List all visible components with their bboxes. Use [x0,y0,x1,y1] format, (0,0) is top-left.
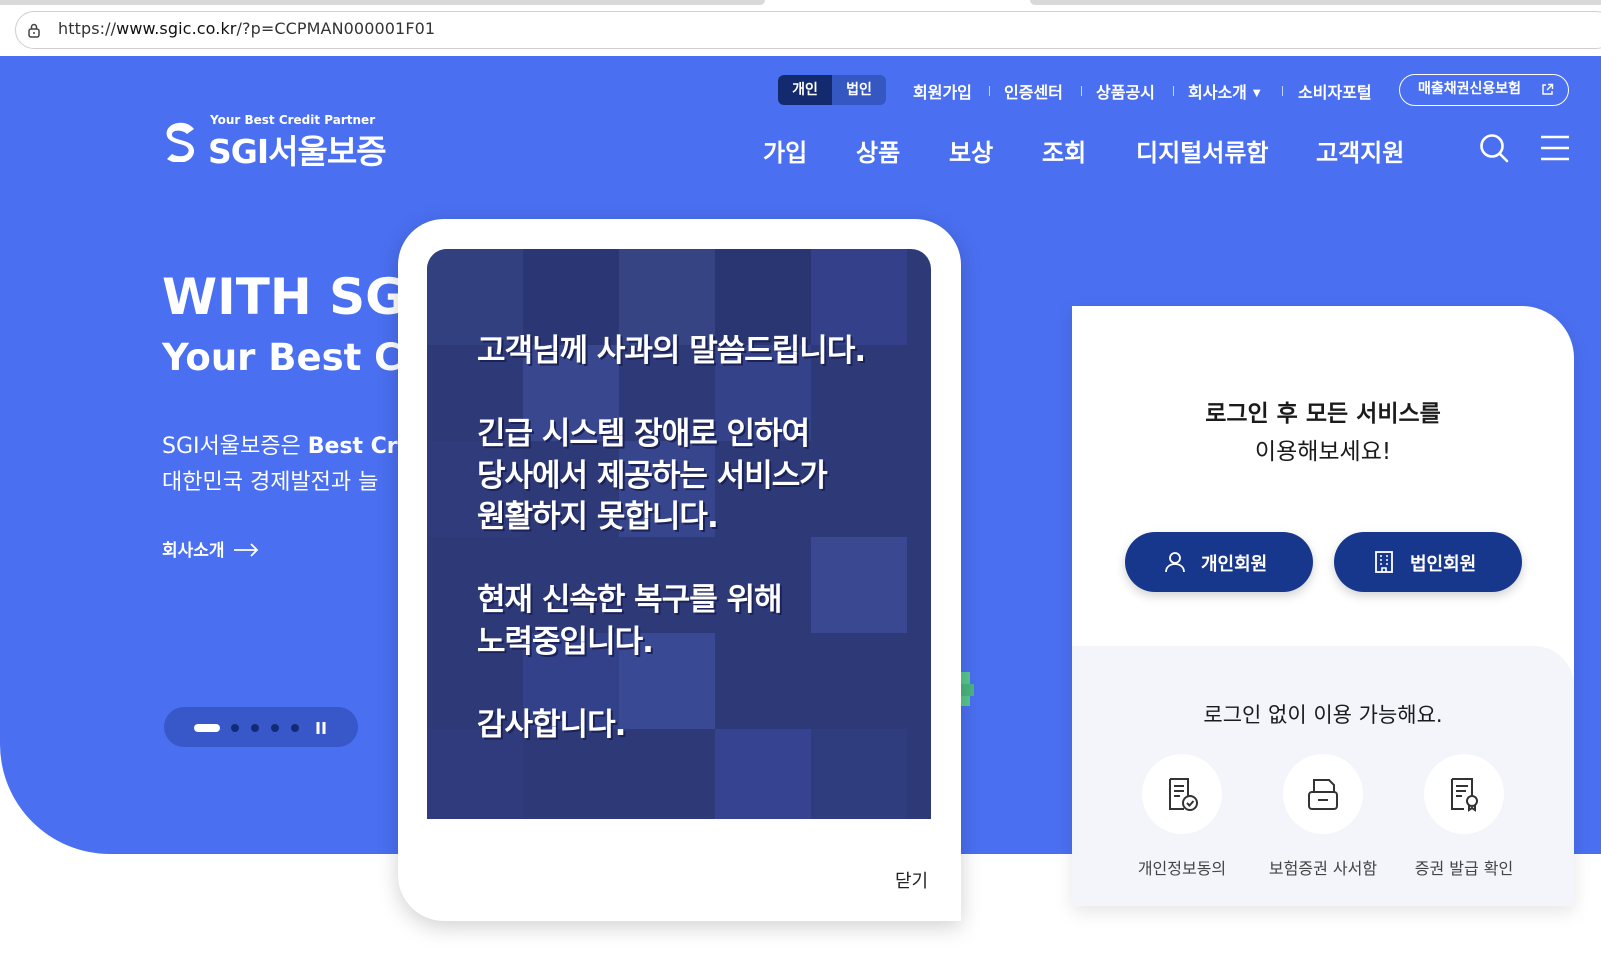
browser-tab[interactable] [0,0,765,5]
browser-tab[interactable] [1030,0,1601,5]
nav-item-products[interactable]: 상품 [856,133,900,168]
hamburger-menu-icon[interactable] [1540,134,1570,162]
notice-line: 당사에서 제공하는 서비스가 [477,457,828,494]
divider [989,86,990,96]
util-link-company-label: 회사소개 [1188,83,1247,102]
url-host: www.sgic.co.kr [116,19,237,38]
notice-spacer [477,663,865,705]
nav-item-digital-docs[interactable]: 디지털서류함 [1136,133,1268,168]
lock-icon[interactable] [26,22,42,38]
browser-tabstrip [0,0,1601,6]
personal-member-button[interactable]: 개인회원 [1125,532,1313,592]
quick-item-circle [1142,754,1222,834]
corporate-member-label: 법인회원 [1410,554,1477,575]
outage-notice-image: 고객님께 사과의 말씀드립니다. 긴급 시스템 장애로 인하여 당사에서 제공하… [427,249,931,819]
url-text[interactable]: https://www.sgic.co.kr/?p=CCPMAN000001F0… [58,19,435,38]
nav-item-join[interactable]: 가입 [763,133,807,168]
notice-line: 현재 신속한 복구를 위해 [477,582,783,618]
notice-line: 고객님께 사과의 말씀드립니다. [477,333,866,369]
pager-dot[interactable] [194,724,220,732]
certificate-icon [1451,778,1478,812]
scope-corporate-tab[interactable]: 법인 [832,75,886,105]
divider [1173,86,1174,96]
notice-text: 고객님께 사과의 말씀드립니다. 긴급 시스템 장애로 인하여 당사에서 제공하… [477,331,866,746]
divider [1081,86,1082,96]
hero-description-line2: 대한민국 경제발전과 늘 [162,470,379,495]
quick-item-label: 증권 발급 확인 [1414,859,1514,878]
search-icon[interactable] [1478,132,1510,164]
notice-line: 원활하지 못합니다. [477,499,719,535]
notice-spacer [477,539,865,581]
hero-desc-bold: Best Cr [307,434,398,459]
util-link-disclosure[interactable]: 상품공시 [1096,79,1155,103]
document-check-icon [1169,778,1198,811]
caret-down-icon: ▼ [1252,88,1261,99]
util-link-company[interactable]: 회사소개 ▼ [1188,79,1261,103]
pager-dot[interactable] [291,724,299,732]
external-link-icon [1542,83,1554,95]
scope-toggle: 개인 법인 [778,75,886,105]
pager-dot[interactable] [251,724,259,732]
login-prompt-line1: 로그인 후 모든 서비스를 [1205,401,1441,427]
util-link-signup[interactable]: 회원가입 [913,79,972,103]
url-prefix: https:// [58,19,117,38]
notice-line: 노력중입니다. [477,623,654,660]
util-link-cert[interactable]: 인증센터 [1004,79,1063,103]
util-link-consumer[interactable]: 소비자포털 [1298,79,1372,103]
url-path: /?p=CCPMAN000001F01 [236,19,436,38]
quick-service-title: 로그인 없이 이용 가능해요. [1203,703,1443,727]
pager-dot[interactable] [231,724,239,732]
person-icon [1165,552,1185,573]
hero-subtitle: Your Best Cr [162,336,420,379]
notice-popup: 고객님께 사과의 말씀드립니다. 긴급 시스템 장애로 인하여 당사에서 제공하… [398,219,961,921]
quick-item-label: 개인정보동의 [1137,859,1227,878]
sales-insurance-label: 매출채권신용보험 [1418,81,1522,97]
quick-service-area: 로그인 없이 이용 가능해요. 개인정보동의 보험증권 사서함 증권 발급 확인 [1072,646,1574,906]
personal-member-label: 개인회원 [1201,554,1268,575]
notice-line: 감사합니다. [477,706,626,743]
quick-item-circle [1424,754,1504,834]
corporate-member-button[interactable]: 법인회원 [1334,532,1522,592]
mailbox-icon [1308,779,1338,810]
logo-name: SGI서울보증 [208,132,387,171]
sales-insurance-button[interactable]: 매출채권신용보험 [1399,74,1569,106]
sgi-logo-mark-icon [166,122,194,162]
scope-personal-tab[interactable]: 개인 [778,75,832,105]
pager-dot[interactable] [271,724,279,732]
quick-item-label: 보험증권 사서함 [1268,859,1378,878]
company-intro-label: 회사소개 [162,541,225,561]
login-prompt-line2: 이용해보세요! [1254,439,1392,465]
slide-pager [164,707,358,747]
quick-item-circle [1283,754,1363,834]
popup-close-button[interactable]: 닫기 [895,867,928,893]
divider [1282,86,1283,96]
building-icon [1375,551,1393,573]
nav-item-support[interactable]: 고객지원 [1316,133,1404,168]
arrow-right-icon [233,543,258,557]
nav-item-inquiry[interactable]: 조회 [1042,133,1086,168]
company-intro-link[interactable]: 회사소개 [162,536,259,561]
nav-item-claims[interactable]: 보상 [949,133,993,168]
pause-icon[interactable] [315,722,327,734]
login-panel: 로그인 후 모든 서비스를 이용해보세요! 개인회원 법인회원 로그인 없이 이… [1072,306,1574,906]
hero-desc-prefix: SGI서울보증은 [162,434,308,459]
notice-spacer [477,373,865,415]
hero-description-line1: SGI서울보증은 Best Cr [162,428,398,460]
notice-line: 긴급 시스템 장애로 인하여 [477,416,810,452]
